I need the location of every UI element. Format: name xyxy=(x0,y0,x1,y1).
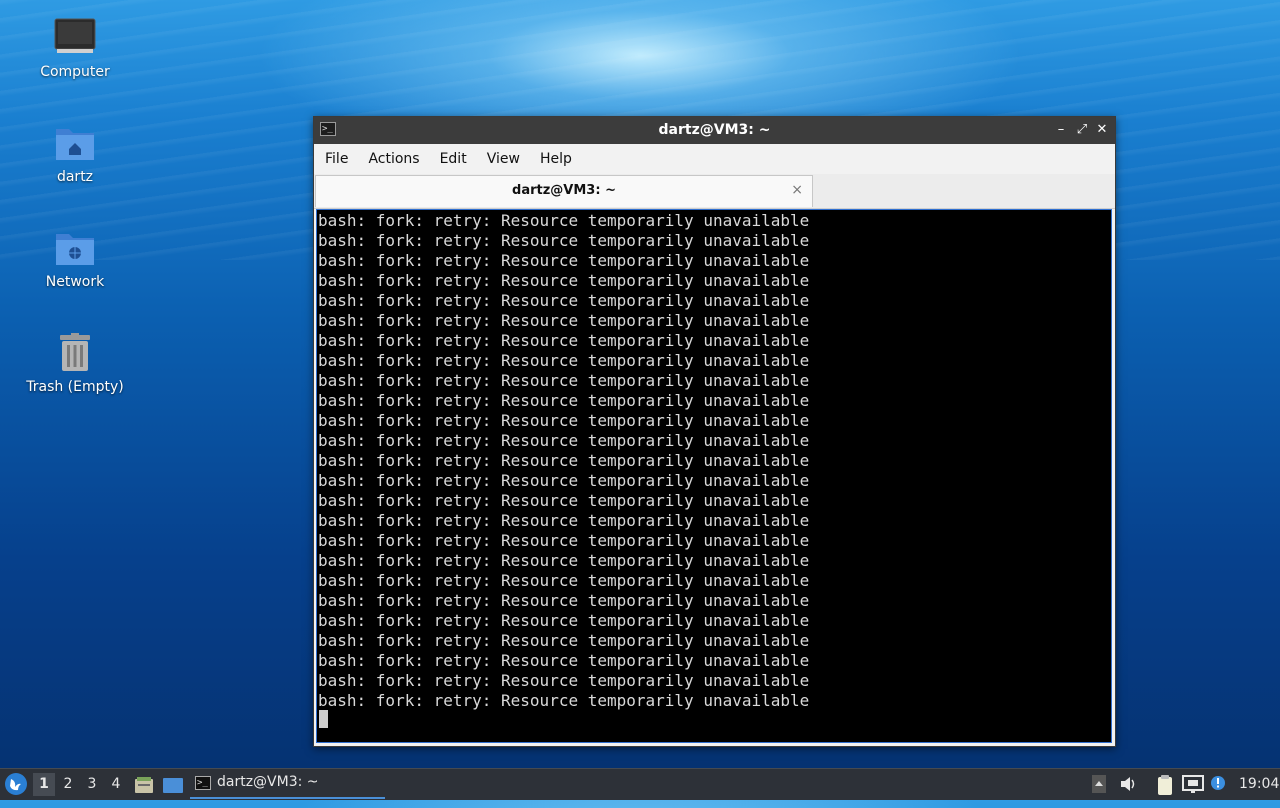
trash-icon xyxy=(60,333,90,371)
close-button[interactable]: ✕ xyxy=(1094,121,1110,139)
window-titlebar[interactable]: >_ dartz@VM3: ~ – ⤢ ✕ xyxy=(314,117,1115,144)
desktop-icon-computer[interactable]: Computer xyxy=(20,18,130,80)
home-folder-icon xyxy=(56,129,94,160)
task-label: dartz@VM3: ~ xyxy=(217,774,319,790)
tray-show-hidden-icon[interactable] xyxy=(1091,774,1107,798)
desktop-icon xyxy=(163,778,183,793)
volume-icon[interactable] xyxy=(1118,774,1138,798)
lxqt-logo-icon xyxy=(5,773,27,795)
network-folder-icon xyxy=(56,234,94,265)
menu-edit[interactable]: Edit xyxy=(433,151,474,167)
terminal-cursor xyxy=(319,710,328,728)
file-manager-icon xyxy=(135,777,153,793)
desktop-icon-trash[interactable]: Trash (Empty) xyxy=(20,333,130,395)
terminal-text: bash: fork: retry: Resource temporarily … xyxy=(318,211,810,710)
tab-bar: dartz@VM3: ~ × xyxy=(314,174,1115,209)
terminal-window: >_ dartz@VM3: ~ – ⤢ ✕ File Actions Edit … xyxy=(313,116,1116,747)
clipboard-icon[interactable] xyxy=(1155,774,1175,800)
show-desktop-button[interactable] xyxy=(162,775,184,806)
desktop-icon-home[interactable]: dartz xyxy=(20,123,130,185)
terminal-task-icon: >_ xyxy=(195,776,211,790)
start-menu-button[interactable] xyxy=(4,772,28,803)
workspace-1[interactable]: 1 xyxy=(33,773,55,796)
update-notifier-icon[interactable] xyxy=(1209,774,1229,798)
desktop-icon-network[interactable]: Network xyxy=(20,228,130,290)
desktop-icon-label: dartz xyxy=(56,169,94,185)
menu-actions[interactable]: Actions xyxy=(361,151,426,167)
taskbar: 1 2 3 4 >_ dartz@VM3: ~ 19:04 xyxy=(0,768,1280,800)
minimize-button[interactable]: – xyxy=(1053,121,1069,139)
window-title: dartz@VM3: ~ xyxy=(658,122,771,138)
terminal-output[interactable]: bash: fork: retry: Resource temporarily … xyxy=(316,209,1112,743)
tab-close-icon[interactable]: × xyxy=(791,182,803,198)
menu-file[interactable]: File xyxy=(318,151,355,167)
taskbar-task-terminal[interactable]: >_ dartz@VM3: ~ xyxy=(190,771,385,799)
clock[interactable]: 19:04 xyxy=(1239,769,1279,800)
menu-view[interactable]: View xyxy=(480,151,527,167)
workspace-2[interactable]: 2 xyxy=(57,773,79,796)
workspace-4[interactable]: 4 xyxy=(105,773,127,796)
desktop-icon-label: Computer xyxy=(40,64,110,80)
menu-help[interactable]: Help xyxy=(533,151,579,167)
desktop-icon-label: Network xyxy=(45,274,105,290)
terminal-tab[interactable]: dartz@VM3: ~ × xyxy=(315,175,813,207)
network-status-icon[interactable] xyxy=(1182,774,1204,798)
tab-title: dartz@VM3: ~ xyxy=(512,183,616,198)
maximize-button[interactable]: ⤢ xyxy=(1074,121,1090,139)
file-manager-launcher[interactable] xyxy=(134,775,154,806)
menu-bar: File Actions Edit View Help xyxy=(314,144,1115,174)
computer-icon xyxy=(54,18,96,53)
desktop-icon-label: Trash (Empty) xyxy=(26,379,124,395)
workspace-3[interactable]: 3 xyxy=(81,773,103,796)
